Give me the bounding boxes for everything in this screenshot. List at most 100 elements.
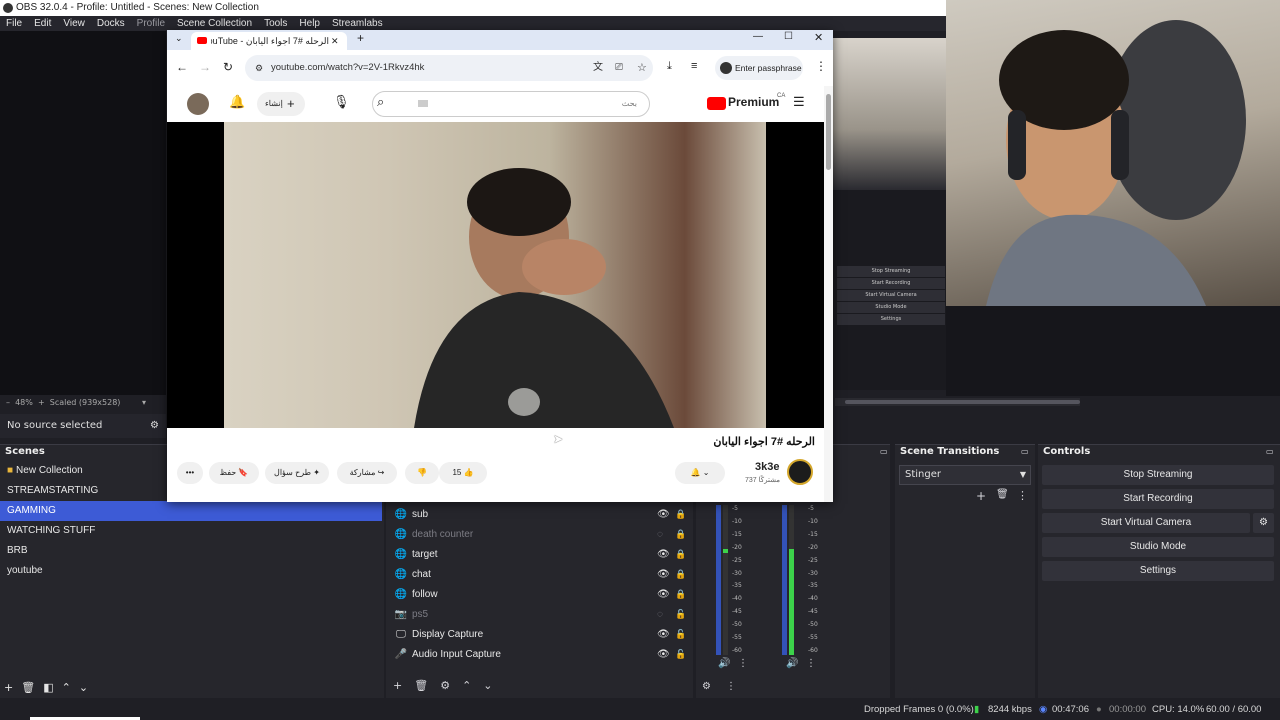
move-down-icon[interactable]: ⌄ [79, 681, 88, 694]
page-scrollbar[interactable] [824, 86, 833, 502]
hamburger-menu-icon[interactable]: ☰ [793, 94, 805, 110]
settings-button[interactable]: Settings [1042, 561, 1274, 581]
close-tab-icon[interactable]: ✕ [331, 32, 339, 50]
eye-icon[interactable]: 👁 [657, 549, 670, 560]
lock-icon[interactable]: 🔒 [675, 529, 686, 540]
mixer-menu-icon[interactable]: ⋮ [726, 681, 736, 692]
site-info-icon[interactable]: ⚙ [255, 55, 263, 81]
share-button[interactable]: مشاركة ↪ [337, 462, 397, 484]
source-settings-gear-icon[interactable]: ⚙ [150, 414, 159, 438]
create-button[interactable]: إنشاء + [257, 92, 305, 116]
horizontal-scrollbar[interactable] [835, 398, 1080, 406]
lock-icon[interactable]: 🔒 [675, 509, 686, 520]
menu-help[interactable]: Help [293, 16, 326, 31]
lock-icon[interactable]: 🔒 [675, 569, 686, 580]
download-icon[interactable]: ⤓ [667, 60, 672, 73]
add-source-icon[interactable]: + [393, 679, 402, 692]
start-recording-button[interactable]: Start Recording [1042, 489, 1274, 509]
minimize-icon[interactable]: — [753, 31, 763, 42]
eye-icon[interactable]: 👁 [657, 629, 670, 640]
keyboard-icon[interactable] [418, 100, 428, 107]
video-player[interactable] [167, 122, 824, 428]
back-icon[interactable]: ← [176, 60, 188, 74]
zoom-out-icon[interactable]: – [6, 398, 10, 407]
dock-float-icon[interactable]: ▭ [1021, 447, 1029, 456]
more-options-icon[interactable]: ⋮ [806, 658, 816, 669]
studio-mode-button[interactable]: Studio Mode [1042, 537, 1274, 557]
eye-icon[interactable]: 👁 [657, 569, 670, 580]
profile-passphrase-button[interactable]: Enter passphrase [715, 56, 803, 80]
lock-icon[interactable]: 🔒 [675, 549, 686, 560]
youtube-search-input[interactable]: بحث [372, 91, 650, 117]
menu-file[interactable]: File [0, 16, 28, 31]
subscribe-bell-button[interactable]: 🔔 ⌄ [675, 462, 725, 484]
scene-item-gamming[interactable]: GAMMING [0, 501, 382, 521]
source-item[interactable]: 🌐 follow 👁 🔒 [389, 584, 691, 604]
scene-item-watching-stuff[interactable]: WATCHING STUFF [0, 521, 384, 541]
stop-streaming-button[interactable]: Stop Streaming [1042, 465, 1274, 485]
remove-source-icon[interactable]: 🗑 [414, 679, 428, 692]
virtual-camera-gear-icon[interactable]: ⚙ [1253, 513, 1274, 533]
more-options-icon[interactable]: ⋮ [738, 658, 748, 669]
dislike-button[interactable]: 👎 [405, 462, 439, 484]
lock-icon[interactable]: 🔒 [675, 589, 686, 600]
add-transition-icon[interactable]: + [976, 489, 986, 503]
tab-search-icon[interactable]: ⌄ [175, 33, 183, 44]
more-actions-button[interactable]: ••• [177, 462, 203, 484]
ask-button[interactable]: طرح سؤال ✦ [265, 462, 329, 484]
transition-menu-icon[interactable]: ⋮ [1017, 489, 1028, 502]
youtube-logo-icon[interactable] [707, 97, 726, 110]
menu-tools[interactable]: Tools [258, 16, 293, 31]
move-up-icon[interactable]: ⌃ [62, 681, 71, 694]
new-tab-icon[interactable]: + [357, 31, 364, 45]
speaker-icon[interactable]: 🔊 [718, 658, 730, 669]
notifications-bell-icon[interactable]: 🔔 [229, 94, 245, 110]
reload-icon[interactable]: ↻ [223, 60, 233, 74]
scale-dropdown-icon[interactable]: ▾ [142, 396, 146, 410]
menu-scene-collection[interactable]: Scene Collection [171, 16, 258, 31]
user-avatar[interactable] [187, 93, 209, 115]
browser-menu-icon[interactable]: ⋮ [815, 59, 827, 73]
channel-avatar[interactable] [787, 459, 813, 485]
address-bar[interactable]: ⚙ youtube.com/watch?v=2V-1Rkvz4hk 文 ⎚ ☆ [245, 55, 653, 81]
transition-select[interactable]: Stinger ▼ [899, 465, 1031, 485]
source-item[interactable]: 🌐 death counter ◌ 🔒 [389, 524, 691, 544]
save-button[interactable]: حفظ 🔖 [209, 462, 259, 484]
eye-hidden-icon[interactable]: ◌ [657, 529, 663, 540]
cast-icon[interactable]: ⎚ [615, 55, 623, 81]
unlock-icon[interactable]: 🔓 [675, 649, 686, 660]
tab-youtube[interactable]: الرحله #7 اجواء اليابان - YouTube ✕ [191, 32, 347, 50]
translate-icon[interactable]: 文 [593, 55, 603, 81]
eye-icon[interactable]: 👁 [657, 649, 670, 660]
menu-docks[interactable]: Docks [91, 16, 131, 31]
remove-scene-icon[interactable]: 🗑 [21, 681, 35, 694]
start-virtual-camera-button[interactable]: Start Virtual Camera [1042, 513, 1250, 533]
add-scene-icon[interactable]: + [4, 681, 13, 694]
preview-canvas[interactable] [0, 31, 166, 395]
unlock-icon[interactable]: 🔓 [675, 609, 686, 620]
move-down-icon[interactable]: ⌄ [483, 679, 492, 692]
menu-edit[interactable]: Edit [28, 16, 57, 31]
source-item[interactable]: 🎤 Audio Input Capture 👁 🔓 [389, 644, 691, 664]
menu-view[interactable]: View [57, 16, 91, 31]
unlock-icon[interactable]: 🔓 [675, 629, 686, 640]
bookmark-star-icon[interactable]: ☆ [637, 55, 647, 81]
menu-streamlabs[interactable]: Streamlabs [326, 16, 389, 31]
source-item[interactable]: 🌐 chat 👁 🔒 [389, 564, 691, 584]
scrollbar-thumb[interactable] [826, 94, 831, 170]
maximize-icon[interactable]: ☐ [784, 31, 793, 42]
eye-icon[interactable]: 👁 [657, 509, 670, 520]
dock-float-icon[interactable]: ▭ [1266, 447, 1274, 456]
mixer-settings-icon[interactable]: ⚙ [702, 681, 711, 692]
eye-hidden-icon[interactable]: ◌ [657, 609, 663, 620]
channel-name[interactable]: 3k3e [755, 461, 779, 473]
filters-icon[interactable]: ◧ [43, 681, 53, 694]
menu-profile[interactable]: Profile [131, 16, 171, 31]
scene-item-brb[interactable]: BRB [0, 541, 384, 561]
source-properties-gear-icon[interactable]: ⚙ [440, 679, 450, 692]
close-window-icon[interactable]: ✕ [814, 31, 823, 44]
zoom-in-icon[interactable]: + [38, 398, 45, 407]
eye-icon[interactable]: 👁 [657, 589, 670, 600]
like-button[interactable]: 15 👍 [439, 462, 487, 484]
source-item[interactable]: 🌐 sub 👁 🔒 [389, 504, 691, 524]
